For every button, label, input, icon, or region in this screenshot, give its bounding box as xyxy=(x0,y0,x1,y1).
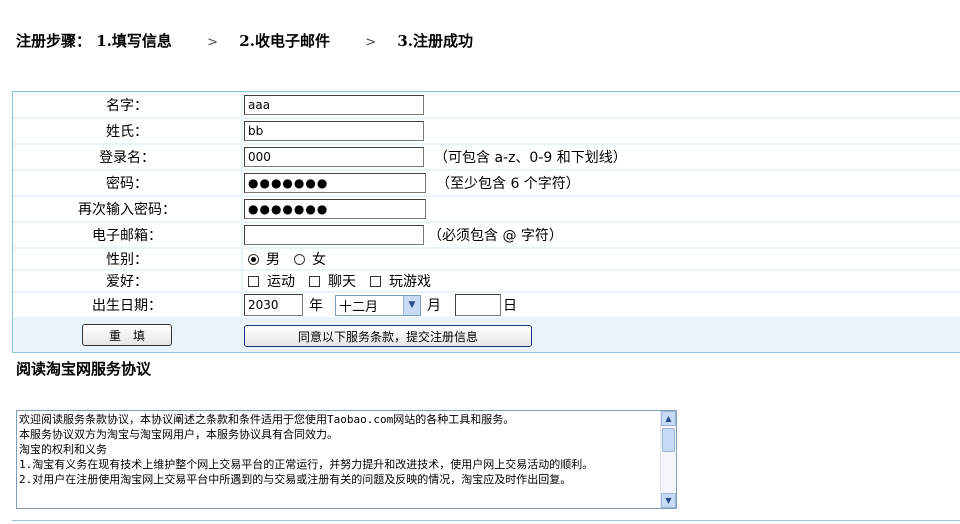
first-name-input[interactable]: aaa xyxy=(244,95,424,115)
registration-steps: 注册步骤： 1.填写信息 > 2.收电子邮件 > 3.注册成功 xyxy=(16,30,487,52)
agreement-title: 阅读淘宝网服务协议 xyxy=(16,360,152,378)
hobby-games-checkbox[interactable] xyxy=(370,275,381,287)
step-separator: > xyxy=(207,35,219,50)
gender-female-radio[interactable] xyxy=(294,253,305,265)
birth-month-select[interactable]: 十二月 ▼ xyxy=(335,294,421,316)
row-last-name: 姓氏： bb xyxy=(13,118,960,144)
step-1: 1.填写信息 xyxy=(96,32,172,50)
login-hint: （可包含 a-z、0-9 和下划线） xyxy=(434,150,627,166)
last-name-input[interactable]: bb xyxy=(244,121,424,141)
row-hobbies: 爱好： 运动 聊天 玩游戏 xyxy=(13,270,960,292)
scroll-down-icon[interactable]: ▼ xyxy=(661,493,676,508)
agreement-text: 欢迎阅读服务条款协议，本协议阐述之条款和条件适用于您使用Taobao.com网站… xyxy=(19,413,594,486)
row-first-name: 名字： aaa xyxy=(13,92,960,118)
month-unit: 月 xyxy=(427,298,441,314)
hobby-chat-label: 聊天 xyxy=(328,274,356,290)
email-input[interactable] xyxy=(244,225,424,245)
agreement-scrollbar[interactable]: ▲ ▼ xyxy=(660,411,676,508)
row-gender: 性别： 男 女 xyxy=(13,248,960,270)
day-unit: 日 xyxy=(503,298,517,314)
step-3: 3.注册成功 xyxy=(397,32,474,50)
birth-year-input[interactable]: 2030 xyxy=(244,294,303,316)
birthday-label: 出生日期： xyxy=(13,293,241,317)
password-label: 密码： xyxy=(13,171,241,195)
last-name-label: 姓氏： xyxy=(13,119,241,143)
row-actions: 重 填 同意以下服务条款，提交注册信息 xyxy=(13,318,960,352)
agreement-textarea[interactable]: 欢迎阅读服务条款协议，本协议阐述之条款和条件适用于您使用Taobao.com网站… xyxy=(16,410,677,509)
step-2: 2.收电子邮件 xyxy=(239,32,330,50)
hobby-games-label: 玩游戏 xyxy=(389,274,431,290)
row-email: 电子邮箱： （必须包含 @ 字符） xyxy=(13,222,960,248)
password-hint: （至少包含 6 个字符） xyxy=(436,176,580,192)
gender-female-label: 女 xyxy=(312,252,326,268)
email-label: 电子邮箱： xyxy=(13,223,241,247)
step-separator: > xyxy=(365,35,377,50)
reset-button[interactable]: 重 填 xyxy=(82,324,172,346)
hobby-chat-checkbox[interactable] xyxy=(309,275,320,287)
email-hint: （必须包含 @ 字符） xyxy=(428,228,563,244)
row-login: 登录名： 000 （可包含 a-z、0-9 和下划线） xyxy=(13,144,960,170)
scroll-thumb[interactable] xyxy=(662,428,675,452)
scroll-up-icon[interactable]: ▲ xyxy=(661,411,676,426)
hobbies-label: 爱好： xyxy=(13,271,241,291)
chevron-down-icon: ▼ xyxy=(403,295,420,315)
registration-form: 名字： aaa 姓氏： bb 登录名： 000 （可包含 a-z、0-9 和下划… xyxy=(12,91,960,353)
hobby-sports-checkbox[interactable] xyxy=(248,275,259,287)
row-password-confirm: 再次输入密码： ●●●●●●● xyxy=(13,196,960,222)
steps-prefix: 注册步骤： xyxy=(16,32,92,50)
gender-male-label: 男 xyxy=(266,252,280,268)
year-unit: 年 xyxy=(309,298,323,314)
gender-label: 性别： xyxy=(13,249,241,269)
hobby-sports-label: 运动 xyxy=(267,274,295,290)
first-name-label: 名字： xyxy=(13,93,241,117)
row-password: 密码： ●●●●●●● （至少包含 6 个字符） xyxy=(13,170,960,196)
login-input[interactable]: 000 xyxy=(244,147,424,167)
birth-day-input[interactable] xyxy=(455,294,501,316)
submit-button[interactable]: 同意以下服务条款，提交注册信息 xyxy=(244,325,532,347)
password-confirm-input[interactable]: ●●●●●●● xyxy=(244,199,426,219)
login-label: 登录名： xyxy=(13,145,241,169)
row-birthday: 出生日期： 2030 年 十二月 ▼ 月 日 xyxy=(13,292,960,318)
password-confirm-label: 再次输入密码： xyxy=(13,197,241,221)
gender-male-radio[interactable] xyxy=(248,253,259,265)
birth-month-value: 十二月 xyxy=(339,299,379,315)
password-input[interactable]: ●●●●●●● xyxy=(244,173,426,193)
bottom-divider xyxy=(12,520,960,521)
